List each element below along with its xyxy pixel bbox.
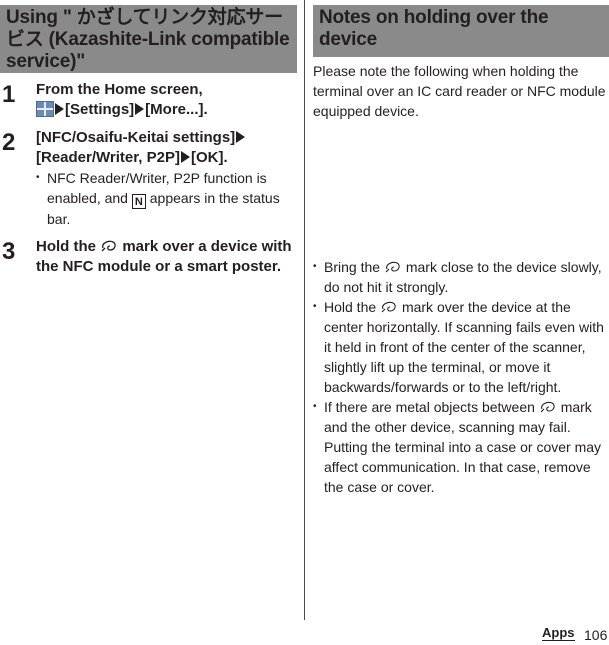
step-2: 2 [NFC/Osaifu-Keitai settings] [Reader/W… — [0, 128, 297, 229]
step-number: 2 — [2, 129, 16, 156]
left-column: Using " かざしてリンク対応サービス (Kazashite-Link co… — [0, 0, 297, 277]
right-column: Notes on holding over the device Please … — [313, 0, 609, 497]
step-note: NFC Reader/Writer, P2P function is enabl… — [36, 168, 297, 229]
arrow-right-icon — [135, 103, 145, 115]
step-number: 1 — [2, 81, 16, 108]
intro-paragraph: Please note the following when holding t… — [313, 63, 606, 119]
page-number: 106 — [584, 627, 608, 643]
arrow-right-icon — [180, 151, 190, 163]
step-1: 1 From the Home screen, [Settings] [More.… — [0, 80, 297, 120]
menu-path-more: [More...]. — [145, 101, 208, 118]
step-text: Hold the mark over a device with the NFC… — [36, 238, 292, 275]
step-text: [NFC/Osaifu-Keitai settings] [Reader/Wri… — [36, 128, 297, 168]
arrow-right-icon — [236, 131, 246, 143]
felica-mark-icon — [381, 301, 396, 313]
footer-section-label: Apps — [542, 625, 575, 641]
step-3: 3 Hold the mark over a device with the N… — [0, 237, 297, 277]
section-header-notes: Notes on holding over the device — [313, 5, 609, 57]
note-item: If there are metal objects between mark … — [313, 397, 609, 497]
menu-path-settings: [Settings] — [65, 101, 135, 118]
arrow-right-icon — [55, 103, 64, 115]
apps-grid-icon — [36, 101, 54, 117]
nfc-n-icon: N — [131, 194, 146, 209]
section-header-kazashite-link: Using " かざしてリンク対応サービス (Kazashite-Link co… — [0, 5, 297, 73]
note-item: Hold the mark over the device at the cen… — [313, 297, 609, 397]
notes-list: Bring the mark close to the device slowl… — [313, 257, 609, 497]
felica-mark-icon — [101, 240, 116, 252]
felica-mark-icon — [385, 261, 400, 273]
note-item: Bring the mark close to the device slowl… — [313, 257, 609, 297]
felica-mark-icon — [540, 401, 555, 413]
menu-path-ok: [OK]. — [190, 149, 228, 166]
step-number: 3 — [2, 238, 16, 265]
step-text: From the Home screen, [Settings] [More...… — [36, 81, 208, 118]
menu-path-reader-writer: [Reader/Writer, P2P] — [36, 149, 180, 166]
column-divider — [304, 0, 305, 620]
menu-path-nfc-settings: [NFC/Osaifu-Keitai settings] — [36, 129, 236, 146]
